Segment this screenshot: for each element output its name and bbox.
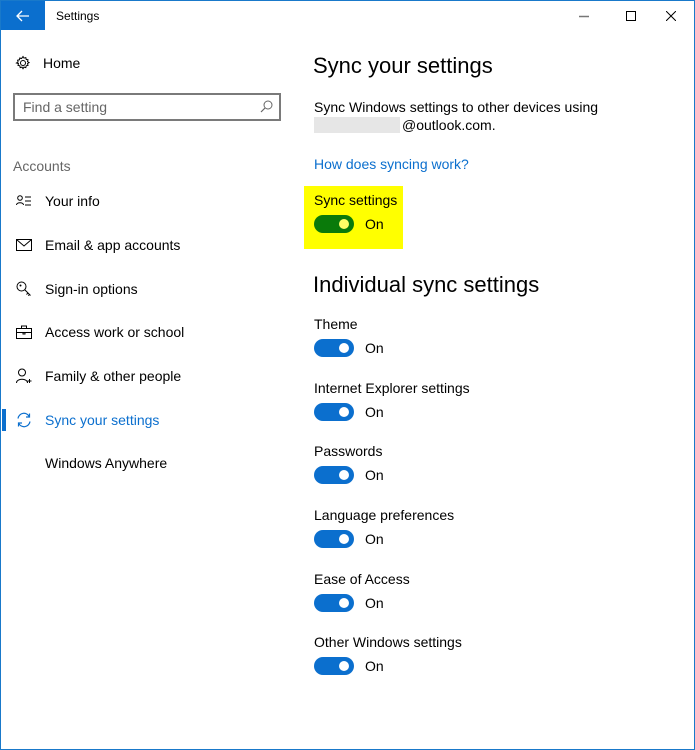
sync-settings-toggle[interactable] — [314, 215, 354, 233]
sidebar-item-access-work-school[interactable]: Access work or school — [1, 312, 291, 352]
sidebar-item-label: Your info — [45, 193, 100, 209]
active-indicator — [2, 409, 6, 431]
setting-label: Sync settings — [314, 192, 398, 208]
sidebar-item-label: Family & other people — [45, 368, 182, 384]
setting-ease-of-access: Ease of Access On — [314, 571, 564, 612]
search-icon — [260, 100, 273, 113]
toggle-row: On — [314, 657, 384, 675]
sync-settings-master: Sync settings On — [314, 192, 564, 233]
setting-theme: Theme On — [314, 316, 564, 357]
sidebar-item-sign-in-options[interactable]: Sign-in options — [1, 269, 291, 309]
sidebar-item-windows-anywhere[interactable]: Windows Anywhere — [1, 443, 291, 483]
toggle-row: On — [314, 215, 384, 233]
toggle-knob — [339, 407, 349, 417]
section-label-accounts: Accounts — [13, 158, 71, 174]
search-box[interactable] — [13, 93, 281, 121]
setting-label: Other Windows settings — [314, 634, 462, 650]
description-text: Sync Windows settings to other devices u… — [314, 99, 599, 115]
toggle-row: On — [314, 466, 384, 484]
sidebar-item-label: Sync your settings — [45, 412, 160, 428]
toggle-state: On — [365, 531, 384, 547]
toggle-state: On — [365, 595, 384, 611]
toggle-row: On — [314, 594, 384, 612]
sidebar-item-label: Sign-in options — [45, 281, 138, 297]
close-icon — [666, 10, 676, 21]
toggle-knob — [339, 470, 349, 480]
toggle-knob — [339, 598, 349, 608]
briefcase-icon — [15, 323, 33, 341]
toggle-state: On — [365, 467, 384, 483]
maximize-icon — [626, 10, 636, 21]
search-input[interactable] — [23, 98, 253, 116]
setting-label: Ease of Access — [314, 571, 410, 587]
page-title: Sync your settings — [313, 53, 493, 78]
other-windows-settings-toggle[interactable] — [314, 657, 354, 675]
toggle-row: On — [314, 530, 384, 548]
toggle-state: On — [365, 658, 384, 674]
toggle-row: On — [314, 339, 384, 357]
toggle-knob — [339, 661, 349, 671]
email-suffix: @outlook.com. — [402, 117, 496, 133]
sync-icon — [15, 411, 33, 429]
ease-of-access-toggle[interactable] — [314, 594, 354, 612]
close-button[interactable] — [648, 1, 694, 30]
sidebar-item-sync-your-settings[interactable]: Sync your settings — [1, 400, 291, 440]
gear-icon — [15, 55, 31, 70]
sync-description: Sync Windows settings to other devices u… — [314, 98, 654, 134]
key-icon — [15, 280, 33, 298]
sidebar-item-email-app-accounts[interactable]: Email & app accounts — [1, 225, 291, 265]
redacted-email — [314, 117, 400, 133]
toggle-state: On — [365, 404, 384, 420]
minimize-icon — [579, 15, 589, 17]
setting-label: Language preferences — [314, 507, 455, 523]
home-label: Home — [43, 55, 81, 71]
sidebar-item-label: Email & app accounts — [45, 237, 181, 253]
setting-other-windows: Other Windows settings On — [314, 634, 564, 675]
setting-label: Passwords — [314, 443, 383, 459]
sidebar: Home Accounts Your info Email & app acco… — [1, 1, 291, 720]
home-link[interactable]: Home — [15, 55, 80, 71]
person-list-icon — [15, 192, 33, 210]
settings-window: Settings Home Accounts — [0, 0, 695, 750]
how-syncing-works-link[interactable]: How does syncing work? — [314, 156, 469, 172]
person-add-icon — [15, 367, 33, 385]
setting-internet-explorer: Internet Explorer settings On — [314, 380, 564, 421]
setting-language-preferences: Language preferences On — [314, 507, 564, 548]
toggle-knob — [339, 343, 349, 353]
internet-explorer-toggle[interactable] — [314, 403, 354, 421]
toggle-state: On — [365, 340, 384, 356]
minimize-button[interactable] — [561, 1, 607, 30]
sidebar-item-family-other-people[interactable]: Family & other people — [1, 356, 291, 396]
sidebar-item-your-info[interactable]: Your info — [1, 181, 291, 221]
toggle-knob — [339, 534, 349, 544]
toggle-knob — [339, 219, 349, 229]
passwords-toggle[interactable] — [314, 466, 354, 484]
setting-label: Theme — [314, 316, 358, 332]
sidebar-item-label: Access work or school — [45, 324, 185, 340]
section-title: Individual sync settings — [313, 272, 540, 297]
mail-icon — [15, 236, 33, 254]
setting-label: Internet Explorer settings — [314, 380, 470, 396]
toggle-state: On — [365, 216, 384, 232]
theme-toggle[interactable] — [314, 339, 354, 357]
setting-passwords: Passwords On — [314, 443, 564, 484]
toggle-row: On — [314, 403, 384, 421]
sidebar-item-label: Windows Anywhere — [45, 455, 168, 471]
language-preferences-toggle[interactable] — [314, 530, 354, 548]
